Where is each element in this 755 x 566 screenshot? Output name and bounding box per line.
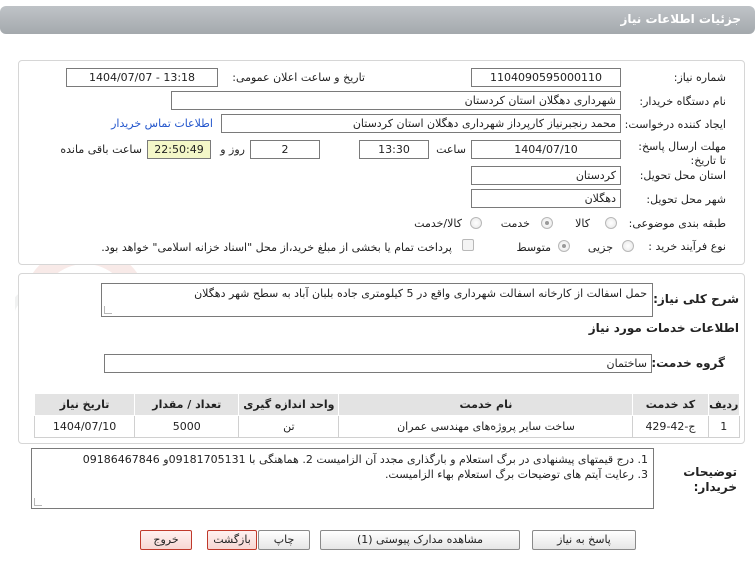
exit-button[interactable]: خروج [140, 530, 192, 550]
days-label: روز و [220, 143, 245, 156]
resize-handle-icon[interactable] [104, 306, 112, 314]
table-row: 1 ج-42-429 ساخت سایر پروژه‌های مهندسی عم… [33, 415, 740, 438]
col-quantity-header: تعداد / مقدار [134, 393, 240, 416]
remaining-time-field: 22:50:49 [147, 140, 211, 159]
treasury-payment-checkbox[interactable] [462, 239, 474, 251]
cell-quantity: 5000 [134, 415, 240, 438]
col-service-code-header: کد خدمت [632, 393, 709, 416]
need-summary-text: حمل اسفالت از کارخانه اسفالت شهرداری واق… [194, 287, 647, 300]
process-minor-label: جزیی [587, 241, 613, 254]
city-label: شهر محل تحویل: [646, 193, 726, 206]
process-minor-radio[interactable] [622, 240, 634, 252]
category-goods-label: کالا [575, 217, 590, 230]
category-service-label: خدمت [500, 217, 530, 230]
buyer-org-label: نام دستگاه خریدار: [639, 95, 726, 108]
buyer-notes-textarea[interactable]: 1. درج قیمتهای پیشنهادی در برگ استعلام و… [31, 448, 654, 509]
city-field: دهگلان [471, 189, 621, 208]
services-table: ردیف کد خدمت نام خدمت واحد اندازه گیری ت… [33, 393, 740, 438]
buyer-contact-link[interactable]: اطلاعات تماس خریدار [111, 117, 213, 130]
col-unit-header: واحد اندازه گیری [238, 393, 340, 416]
process-medium-radio[interactable] [558, 240, 570, 252]
province-label: استان محل تحویل: [639, 169, 726, 182]
buyer-org-field: شهرداری دهگلان استان کردستان [171, 91, 621, 110]
table-header-row: ردیف کد خدمت نام خدمت واحد اندازه گیری ت… [33, 393, 740, 416]
buyer-notes-line-2: 3. رعایت آیتم های توضیحات برگ استعلام به… [384, 468, 648, 481]
treasury-payment-note: پرداخت تمام یا بخشی از مبلغ خرید،از محل … [101, 241, 452, 254]
category-label: طبقه بندی موضوعی: [628, 217, 726, 230]
cell-service-name: ساخت سایر پروژه‌های مهندسی عمران [338, 415, 634, 438]
days-field: 2 [250, 140, 320, 159]
cell-need-date: 1404/07/10 [33, 415, 136, 438]
remaining-label: ساعت باقی مانده [60, 143, 142, 156]
announce-datetime-field: 1404/07/07 - 13:18 [66, 68, 218, 87]
need-summary-label: شرح کلی نیاز: [653, 292, 739, 306]
deadline-label: مهلت ارسال پاسخ: تا تاریخ: [638, 140, 726, 167]
cell-row: 1 [707, 415, 740, 438]
back-button[interactable]: بازگشت [207, 530, 257, 550]
province-field: کردستان [471, 166, 621, 185]
requester-label: ایجاد کننده درخواست: [624, 118, 726, 131]
category-goods-service-label: کالا/خدمت [414, 217, 462, 230]
services-info-heading: اطلاعات خدمات مورد نیاز [588, 321, 739, 335]
buyer-notes-line-1: 1. درج قیمتهای پیشنهادی در برگ استعلام و… [82, 453, 648, 466]
need-summary-textarea[interactable]: حمل اسفالت از کارخانه اسفالت شهرداری واق… [101, 283, 653, 317]
need-number-field: 1104090595000110 [471, 68, 621, 87]
process-type-label: نوع فرآیند خرید : [648, 240, 726, 253]
page-title: جزئیات اطلاعات نیاز [620, 12, 741, 26]
col-need-date-header: تاریخ نیاز [33, 393, 136, 416]
cell-service-code: ج-42-429 [632, 415, 709, 438]
service-group-field: ساختمان [104, 354, 652, 373]
deadline-time-label: ساعت [436, 143, 466, 156]
resize-handle-icon[interactable] [34, 498, 42, 506]
service-group-label: گروه خدمت: [651, 356, 725, 370]
buyer-notes-label: توضیحات خریدار: [683, 465, 737, 494]
reply-button[interactable]: پاسخ به نیاز [532, 530, 636, 550]
deadline-time-field: 13:30 [359, 140, 429, 159]
cell-unit: تن [238, 415, 340, 438]
category-goods-service-radio[interactable] [470, 217, 482, 229]
col-row-header: ردیف [707, 393, 740, 416]
print-button[interactable]: چاپ [258, 530, 310, 550]
announce-datetime-label: تاریخ و ساعت اعلان عمومی: [232, 71, 365, 84]
category-goods-radio[interactable] [605, 217, 617, 229]
deadline-date-field: 1404/07/10 [471, 140, 621, 159]
col-service-name-header: نام خدمت [338, 393, 634, 416]
page-header: جزئیات اطلاعات نیاز [0, 0, 755, 36]
requester-field: محمد رنجبرنیاز کارپرداز شهرداری دهگلان ا… [221, 114, 621, 133]
category-service-radio[interactable] [541, 217, 553, 229]
need-number-label: شماره نیاز: [673, 71, 726, 84]
process-medium-label: متوسط [516, 241, 551, 254]
header-bar: جزئیات اطلاعات نیاز [0, 6, 755, 34]
attachments-button[interactable]: مشاهده مدارک پیوستی (1) [320, 530, 520, 550]
